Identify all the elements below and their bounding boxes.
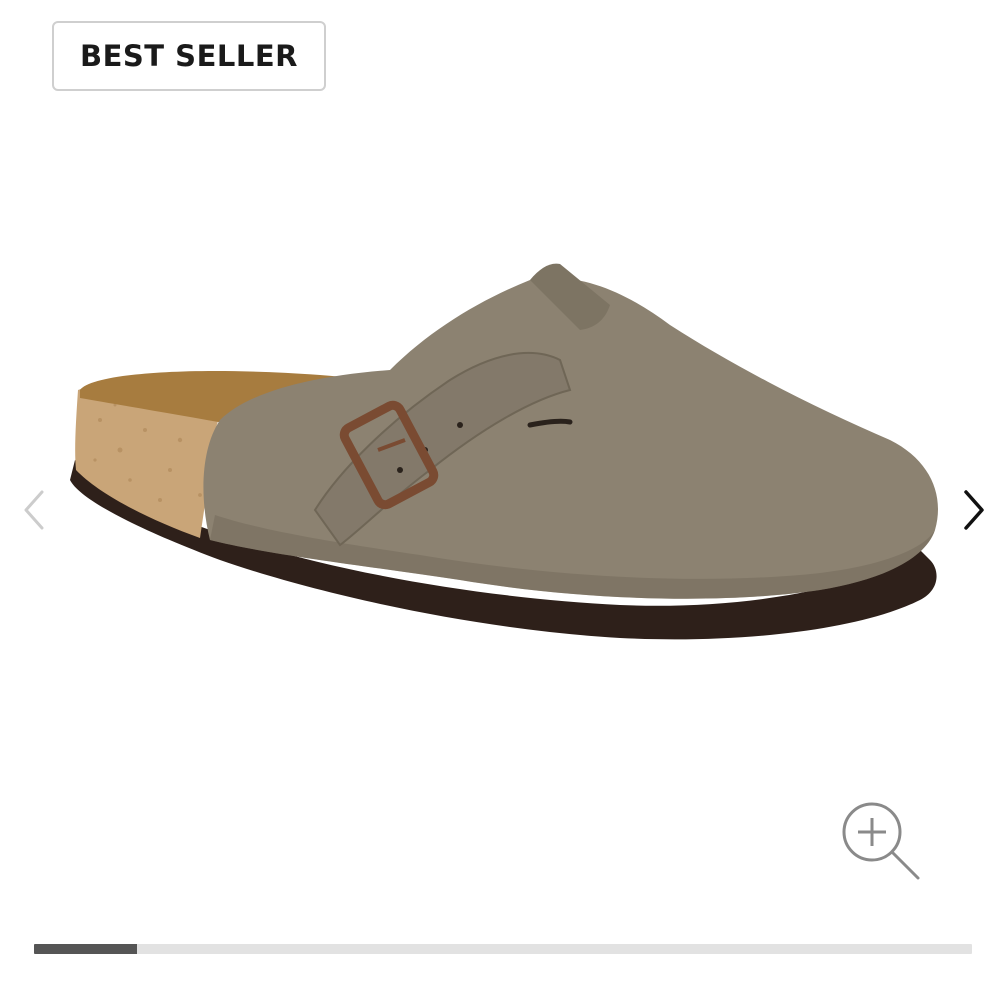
gallery-progress-indicator (34, 944, 138, 954)
chevron-left-icon (24, 490, 44, 530)
product-image[interactable] (60, 150, 960, 690)
previous-image-button[interactable] (8, 480, 58, 540)
best-seller-badge: BEST SELLER (52, 21, 326, 91)
badge-label: BEST SELLER (80, 39, 298, 73)
next-image-button[interactable] (948, 480, 998, 540)
zoom-in-icon (842, 802, 920, 880)
chevron-right-icon (964, 490, 984, 530)
gallery-progress-track (34, 944, 972, 954)
zoom-button[interactable] (836, 798, 926, 888)
